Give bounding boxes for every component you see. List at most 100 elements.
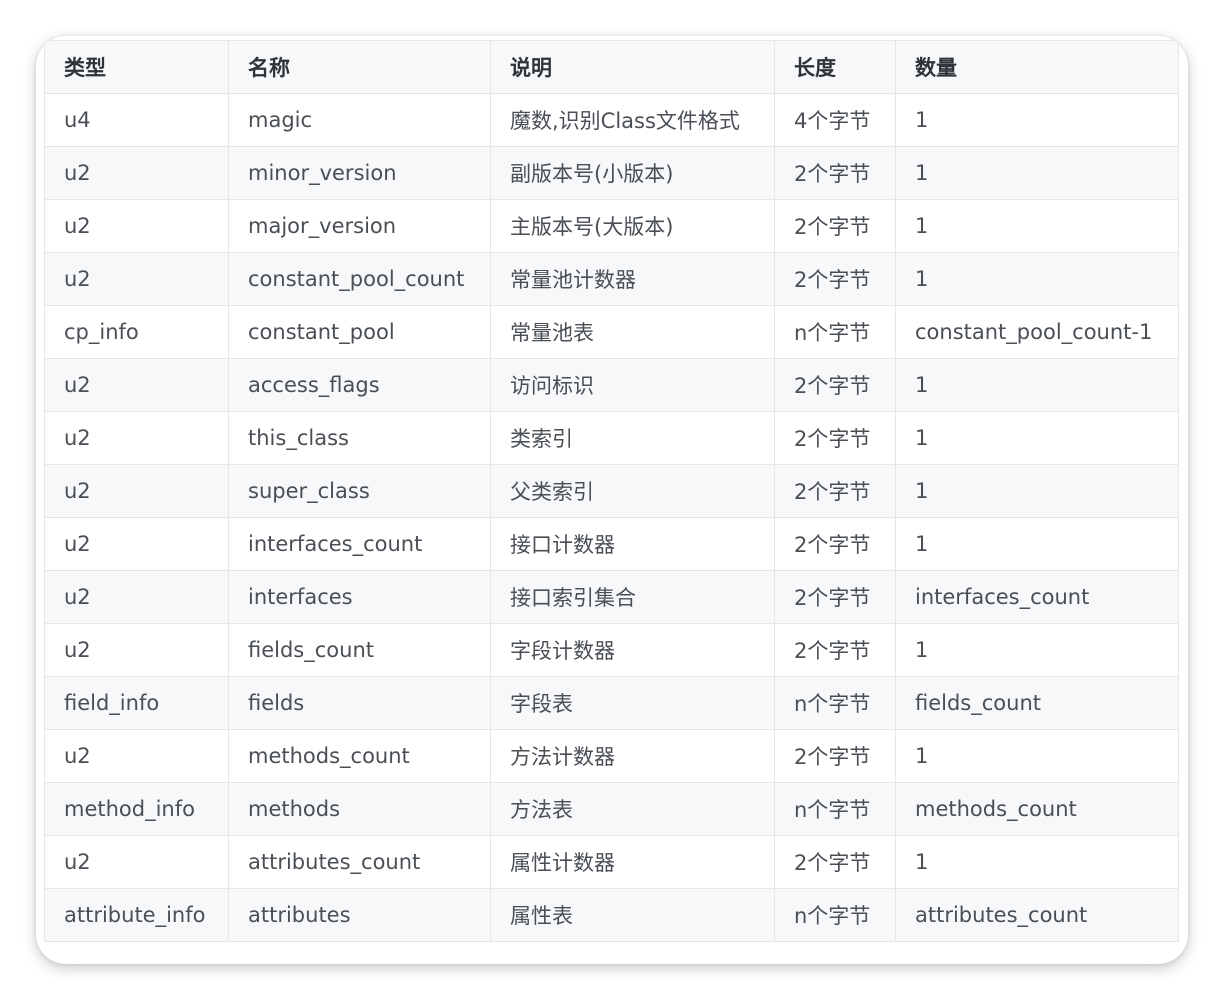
cell-name: methods_count xyxy=(228,729,491,783)
table-row: u2 fields_count 字段计数器 2个字节 1 xyxy=(44,623,1179,677)
cell-description: 类索引 xyxy=(490,411,775,465)
header-row: 类型 名称 说明 长度 数量 xyxy=(44,40,1179,94)
cell-name: constant_pool xyxy=(228,305,491,359)
table-row: u2 super_class 父类索引 2个字节 1 xyxy=(44,464,1179,518)
table-row: u2 constant_pool_count 常量池计数器 2个字节 1 xyxy=(44,252,1179,306)
cell-type: u2 xyxy=(44,464,229,518)
cell-type: u2 xyxy=(44,199,229,253)
cell-length: 2个字节 xyxy=(774,517,896,571)
cell-type: field_info xyxy=(44,676,229,730)
cell-description: 父类索引 xyxy=(490,464,775,518)
cell-description: 魔数,识别Class文件格式 xyxy=(490,93,775,147)
cell-length: n个字节 xyxy=(774,782,896,836)
cell-type: u2 xyxy=(44,623,229,677)
cell-description: 属性计数器 xyxy=(490,835,775,889)
header-quantity: 数量 xyxy=(895,40,1179,94)
cell-description: 方法表 xyxy=(490,782,775,836)
cell-name: fields xyxy=(228,676,491,730)
cell-type: u2 xyxy=(44,146,229,200)
cell-quantity: 1 xyxy=(895,252,1179,306)
cell-quantity: methods_count xyxy=(895,782,1179,836)
table-row: u2 minor_version 副版本号(小版本) 2个字节 1 xyxy=(44,146,1179,200)
cell-quantity: 1 xyxy=(895,358,1179,412)
cell-type: u2 xyxy=(44,570,229,624)
cell-name: attributes_count xyxy=(228,835,491,889)
header-description: 说明 xyxy=(490,40,775,94)
cell-description: 副版本号(小版本) xyxy=(490,146,775,200)
table-row: u2 access_flags 访问标识 2个字节 1 xyxy=(44,358,1179,412)
cell-name: interfaces xyxy=(228,570,491,624)
cell-description: 属性表 xyxy=(490,888,775,942)
table-row: u4 magic 魔数,识别Class文件格式 4个字节 1 xyxy=(44,93,1179,147)
cell-description: 主版本号(大版本) xyxy=(490,199,775,253)
cell-name: major_version xyxy=(228,199,491,253)
table-row: u2 interfaces_count 接口计数器 2个字节 1 xyxy=(44,517,1179,571)
cell-type: u2 xyxy=(44,517,229,571)
cell-length: 2个字节 xyxy=(774,199,896,253)
cell-quantity: fields_count xyxy=(895,676,1179,730)
cell-name: methods xyxy=(228,782,491,836)
cell-length: 4个字节 xyxy=(774,93,896,147)
cell-name: super_class xyxy=(228,464,491,518)
cell-length: 2个字节 xyxy=(774,570,896,624)
cell-type: u2 xyxy=(44,835,229,889)
cell-quantity: 1 xyxy=(895,835,1179,889)
cell-type: u4 xyxy=(44,93,229,147)
cell-quantity: interfaces_count xyxy=(895,570,1179,624)
table-row: field_info fields 字段表 n个字节 fields_count xyxy=(44,676,1179,730)
cell-length: 2个字节 xyxy=(774,252,896,306)
table-row: u2 attributes_count 属性计数器 2个字节 1 xyxy=(44,835,1179,889)
cell-length: n个字节 xyxy=(774,676,896,730)
table-row: u2 interfaces 接口索引集合 2个字节 interfaces_count xyxy=(44,570,1179,624)
cell-type: u2 xyxy=(44,358,229,412)
cell-quantity: 1 xyxy=(895,729,1179,783)
table-row: u2 this_class 类索引 2个字节 1 xyxy=(44,411,1179,465)
cell-description: 常量池表 xyxy=(490,305,775,359)
cell-name: access_flags xyxy=(228,358,491,412)
cell-description: 常量池计数器 xyxy=(490,252,775,306)
cell-description: 接口计数器 xyxy=(490,517,775,571)
cell-type: attribute_info xyxy=(44,888,229,942)
cell-length: n个字节 xyxy=(774,888,896,942)
cell-quantity: 1 xyxy=(895,411,1179,465)
cell-length: 2个字节 xyxy=(774,358,896,412)
table-row: cp_info constant_pool 常量池表 n个字节 constant_poo… xyxy=(44,305,1179,359)
cell-description: 字段表 xyxy=(490,676,775,730)
cell-description: 接口索引集合 xyxy=(490,570,775,624)
cell-name: minor_version xyxy=(228,146,491,200)
header-name: 名称 xyxy=(228,40,491,94)
class-file-structure-table: 类型 名称 说明 长度 数量 u4 magic 魔数,识别Class文件格式 4个字节… xyxy=(44,40,1179,942)
cell-name: interfaces_count xyxy=(228,517,491,571)
cell-type: u2 xyxy=(44,411,229,465)
cell-type: cp_info xyxy=(44,305,229,359)
header-length: 长度 xyxy=(774,40,896,94)
cell-description: 访问标识 xyxy=(490,358,775,412)
cell-name: attributes xyxy=(228,888,491,942)
cell-quantity: 1 xyxy=(895,199,1179,253)
cell-length: 2个字节 xyxy=(774,146,896,200)
cell-name: constant_pool_count xyxy=(228,252,491,306)
cell-length: 2个字节 xyxy=(774,835,896,889)
cell-name: fields_count xyxy=(228,623,491,677)
table-row: attribute_info attributes 属性表 n个字节 attribute… xyxy=(44,888,1179,942)
cell-length: 2个字节 xyxy=(774,623,896,677)
cell-quantity: 1 xyxy=(895,623,1179,677)
cell-quantity: 1 xyxy=(895,146,1179,200)
table-card: 类型 名称 说明 长度 数量 u4 magic 魔数,识别Class文件格式 4个字节… xyxy=(36,36,1188,964)
cell-quantity: 1 xyxy=(895,93,1179,147)
table-header: 类型 名称 说明 长度 数量 xyxy=(44,40,1179,94)
table-row: u2 methods_count 方法计数器 2个字节 1 xyxy=(44,729,1179,783)
table-body: u4 magic 魔数,识别Class文件格式 4个字节 1 u2 minor_versio… xyxy=(44,93,1179,942)
cell-quantity: constant_pool_count-1 xyxy=(895,305,1179,359)
cell-quantity: attributes_count xyxy=(895,888,1179,942)
cell-description: 方法计数器 xyxy=(490,729,775,783)
cell-length: 2个字节 xyxy=(774,729,896,783)
cell-quantity: 1 xyxy=(895,517,1179,571)
table-row: u2 major_version 主版本号(大版本) 2个字节 1 xyxy=(44,199,1179,253)
cell-length: 2个字节 xyxy=(774,411,896,465)
cell-description: 字段计数器 xyxy=(490,623,775,677)
cell-quantity: 1 xyxy=(895,464,1179,518)
cell-length: n个字节 xyxy=(774,305,896,359)
cell-name: this_class xyxy=(228,411,491,465)
cell-name: magic xyxy=(228,93,491,147)
